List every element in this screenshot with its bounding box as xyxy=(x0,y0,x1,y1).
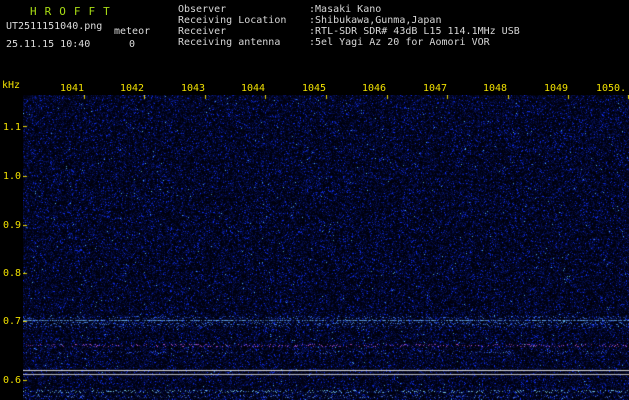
station-info: Observer:Masaki Kano Receiving Location:… xyxy=(178,4,520,48)
y-tick-label: 1.1 xyxy=(3,122,22,133)
x-tick-label: 1046 xyxy=(362,83,387,94)
y-tick-label: 0.7 xyxy=(3,316,22,327)
info-value: Shibukawa,Gunma,Japan xyxy=(315,15,442,26)
y-tick-label: 1.0 xyxy=(3,171,22,182)
info-label: Observer xyxy=(178,4,227,15)
y-tick-label: 0.8 xyxy=(3,268,22,279)
info-label: Receiving antenna xyxy=(178,37,281,48)
y-tick-label: 0.6 xyxy=(3,375,22,386)
info-value: RTL-SDR SDR# 43dB L15 114.1MHz USB xyxy=(315,26,520,37)
x-tick-label: 1049 xyxy=(544,83,569,94)
output-filename: UT2511151040.png xyxy=(6,21,103,32)
x-tick-label: 1044 xyxy=(241,83,266,94)
info-value: 5el Yagi Az 20 for Aomori VOR xyxy=(315,37,490,48)
x-tick-label: 1041 xyxy=(60,83,85,94)
timestamp: 25.11.15 10:40 xyxy=(6,39,91,50)
x-tick-label: 1048 xyxy=(483,83,508,94)
x-tick-label: 1042 xyxy=(120,83,145,94)
spectrogram-canvas xyxy=(23,95,629,400)
observation-mode-label: meteor xyxy=(114,26,151,37)
info-row-receiver: Receiver:RTL-SDR SDR# 43dB L15 114.1MHz … xyxy=(178,26,520,37)
y-tick-label: 0.9 xyxy=(3,220,22,231)
x-tick-label: 1045 xyxy=(302,83,327,94)
x-tick-label: 1050. xyxy=(596,83,627,94)
info-label: Receiving Location xyxy=(178,15,287,26)
echo-count: 0 xyxy=(129,39,136,50)
info-value: Masaki Kano xyxy=(315,4,382,15)
y-axis-unit-label: kHz xyxy=(2,80,21,91)
app-title: HROFFT xyxy=(30,5,118,18)
hrofft-screen: HROFFT UT2511151040.png meteor 25.11.15 … xyxy=(0,0,629,400)
info-row-observer: Observer:Masaki Kano xyxy=(178,4,520,15)
info-row-location: Receiving Location:Shibukawa,Gunma,Japan xyxy=(178,15,520,26)
info-label: Receiver xyxy=(178,26,227,37)
x-tick-label: 1043 xyxy=(181,83,206,94)
x-tick-label: 1047 xyxy=(423,83,448,94)
info-row-antenna: Receiving antenna:5el Yagi Az 20 for Aom… xyxy=(178,37,520,48)
